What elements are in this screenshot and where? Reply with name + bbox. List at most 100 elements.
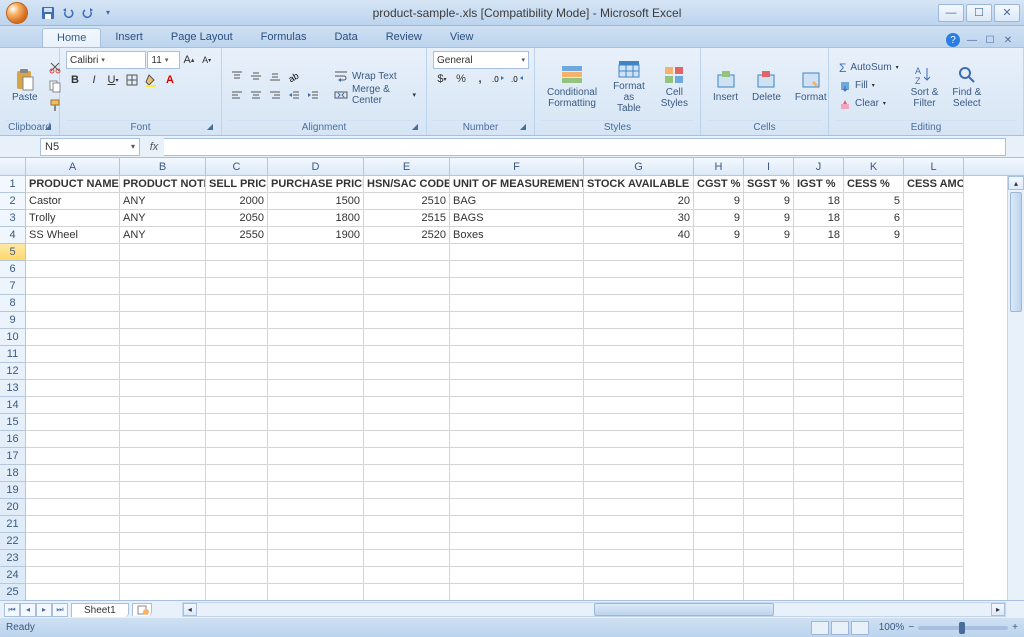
- cell[interactable]: [904, 533, 964, 550]
- cell[interactable]: [26, 414, 120, 431]
- font-size-combo[interactable]: 11▾: [147, 51, 179, 69]
- cell[interactable]: [450, 584, 584, 600]
- cell[interactable]: [744, 312, 794, 329]
- cell[interactable]: [794, 261, 844, 278]
- column-header[interactable]: F: [450, 158, 584, 175]
- cell[interactable]: [26, 244, 120, 261]
- row-header[interactable]: 1: [0, 176, 25, 193]
- cell[interactable]: [904, 397, 964, 414]
- cell[interactable]: [268, 346, 364, 363]
- cell[interactable]: 2050: [206, 210, 268, 227]
- cell[interactable]: 1900: [268, 227, 364, 244]
- cell[interactable]: [694, 499, 744, 516]
- cell[interactable]: [844, 550, 904, 567]
- cell[interactable]: [584, 448, 694, 465]
- cell[interactable]: [794, 278, 844, 295]
- page-layout-view-icon[interactable]: [831, 621, 849, 635]
- cell[interactable]: ANY: [120, 210, 206, 227]
- cell[interactable]: [268, 516, 364, 533]
- cell[interactable]: [120, 516, 206, 533]
- cell[interactable]: Castor: [26, 193, 120, 210]
- ribbon-tab-insert[interactable]: Insert: [101, 28, 157, 47]
- column-header[interactable]: A: [26, 158, 120, 175]
- ribbon-tab-review[interactable]: Review: [372, 28, 436, 47]
- column-header[interactable]: D: [268, 158, 364, 175]
- cell[interactable]: [450, 380, 584, 397]
- cell[interactable]: [364, 533, 450, 550]
- cell[interactable]: [794, 380, 844, 397]
- cell[interactable]: [26, 329, 120, 346]
- font-color-icon[interactable]: A: [161, 71, 179, 89]
- cell[interactable]: [694, 363, 744, 380]
- cell[interactable]: [450, 363, 584, 380]
- row-header[interactable]: 6: [0, 261, 25, 278]
- cell[interactable]: [584, 380, 694, 397]
- cell[interactable]: [794, 363, 844, 380]
- cell[interactable]: 9: [844, 227, 904, 244]
- cell[interactable]: [450, 329, 584, 346]
- minimize-button[interactable]: —: [938, 4, 964, 22]
- cell[interactable]: [904, 329, 964, 346]
- cell[interactable]: [120, 533, 206, 550]
- cell[interactable]: [584, 414, 694, 431]
- cell[interactable]: [904, 227, 964, 244]
- row-header[interactable]: 7: [0, 278, 25, 295]
- scroll-left-icon[interactable]: ◂: [183, 603, 197, 616]
- row-header[interactable]: 8: [0, 295, 25, 312]
- cell[interactable]: [364, 346, 450, 363]
- cell[interactable]: [584, 329, 694, 346]
- cell[interactable]: [120, 431, 206, 448]
- cell[interactable]: [364, 278, 450, 295]
- merge-center-button[interactable]: Merge & Center▾: [330, 86, 420, 104]
- cell[interactable]: [904, 431, 964, 448]
- italic-button[interactable]: I: [85, 71, 103, 89]
- cell[interactable]: [844, 295, 904, 312]
- cell[interactable]: [694, 329, 744, 346]
- cell[interactable]: [794, 295, 844, 312]
- cell[interactable]: [26, 346, 120, 363]
- cell[interactable]: [268, 261, 364, 278]
- zoom-out-icon[interactable]: −: [908, 622, 914, 633]
- vertical-scrollbar[interactable]: ▴: [1007, 176, 1024, 600]
- align-bottom-icon[interactable]: [266, 67, 284, 85]
- cell[interactable]: [794, 516, 844, 533]
- cell[interactable]: [364, 363, 450, 380]
- cell[interactable]: [844, 431, 904, 448]
- cell[interactable]: [904, 346, 964, 363]
- cell[interactable]: [206, 431, 268, 448]
- cell[interactable]: [794, 244, 844, 261]
- cell[interactable]: [364, 584, 450, 600]
- cell[interactable]: [206, 278, 268, 295]
- cell[interactable]: [584, 567, 694, 584]
- cell[interactable]: [120, 584, 206, 600]
- cell[interactable]: [584, 295, 694, 312]
- format-as-table-button[interactable]: Format as Table: [605, 55, 653, 116]
- cell[interactable]: [584, 550, 694, 567]
- cell[interactable]: 9: [744, 227, 794, 244]
- cell[interactable]: [206, 363, 268, 380]
- cell[interactable]: 2550: [206, 227, 268, 244]
- cell[interactable]: BAG: [450, 193, 584, 210]
- cell[interactable]: [794, 414, 844, 431]
- format-cells-button[interactable]: Format: [789, 66, 833, 105]
- cell[interactable]: SGST %: [744, 176, 794, 193]
- cell[interactable]: [794, 448, 844, 465]
- align-left-icon[interactable]: [228, 86, 246, 104]
- comma-format-icon[interactable]: ,: [471, 70, 489, 88]
- ribbon-minimize-icon[interactable]: —: [966, 34, 978, 46]
- cell[interactable]: [694, 516, 744, 533]
- cell[interactable]: [268, 397, 364, 414]
- cell[interactable]: [844, 499, 904, 516]
- cell[interactable]: [206, 346, 268, 363]
- office-button[interactable]: [0, 0, 34, 26]
- sheet-nav-prev-icon[interactable]: ◂: [20, 603, 36, 617]
- ribbon-tab-formulas[interactable]: Formulas: [247, 28, 321, 47]
- cell[interactable]: 9: [744, 210, 794, 227]
- cell[interactable]: [744, 363, 794, 380]
- accounting-format-icon[interactable]: $▾: [433, 70, 451, 88]
- cell[interactable]: [450, 465, 584, 482]
- cell[interactable]: [744, 346, 794, 363]
- cell[interactable]: [26, 516, 120, 533]
- cell[interactable]: [904, 516, 964, 533]
- cell[interactable]: [694, 278, 744, 295]
